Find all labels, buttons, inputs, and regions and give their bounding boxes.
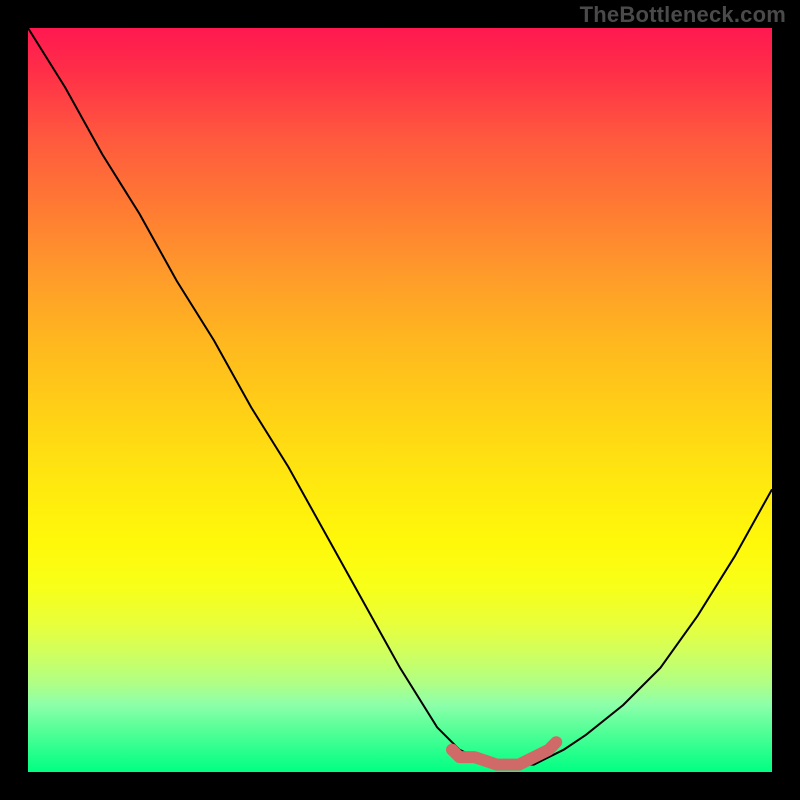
plot-area — [28, 28, 772, 772]
bottleneck-curve — [28, 28, 772, 765]
chart-frame: TheBottleneck.com — [0, 0, 800, 800]
attribution-text: TheBottleneck.com — [580, 2, 786, 28]
plot-overlay — [28, 28, 772, 772]
